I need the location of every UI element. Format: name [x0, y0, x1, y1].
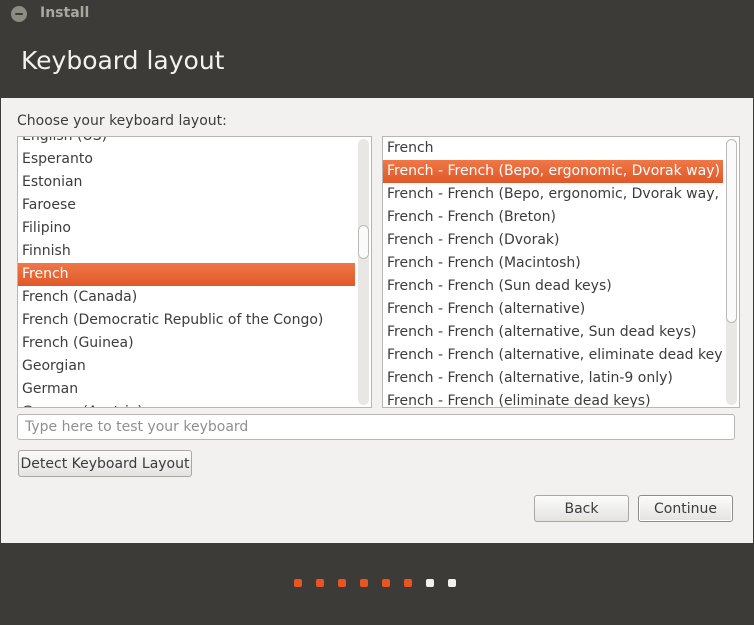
back-button[interactable]: Back — [534, 495, 629, 522]
page-header: Keyboard layout — [0, 28, 754, 98]
layout-list-scrollbar[interactable] — [358, 139, 369, 405]
variant-list[interactable]: French French - French (Bepo, ergonomic, … — [382, 136, 740, 408]
list-item[interactable]: Estonian — [18, 171, 355, 194]
layout-prompt: Choose your keyboard layout: — [17, 113, 227, 129]
list-item[interactable]: French - French (eliminate dead keys) — [383, 390, 723, 407]
list-item[interactable]: Finnish — [18, 240, 355, 263]
close-window-button[interactable] — [11, 6, 27, 22]
list-item[interactable]: French - French (Dvorak) — [383, 229, 723, 252]
list-item[interactable]: French - French (alternative) — [383, 298, 723, 321]
list-item[interactable]: French - French (Bepo, ergonomic, Dvorak… — [383, 160, 723, 183]
progress-dot — [382, 579, 390, 587]
progress-dot — [448, 579, 456, 587]
window-title: Install — [40, 5, 90, 21]
variant-list-items: French French - French (Bepo, ergonomic, … — [383, 137, 723, 407]
list-item[interactable]: French - French (Bepo, ergonomic, Dvorak… — [383, 183, 723, 206]
list-item[interactable]: German (Austria) — [18, 401, 355, 407]
list-item[interactable]: English (US) — [18, 137, 355, 148]
list-item[interactable]: French - French (Sun dead keys) — [383, 275, 723, 298]
list-item[interactable]: Faroese — [18, 194, 355, 217]
list-item[interactable]: French - French (Breton) — [383, 206, 723, 229]
list-item[interactable]: Georgian — [18, 355, 355, 378]
minus-icon — [15, 13, 23, 15]
progress-dot — [426, 579, 434, 587]
list-item[interactable]: French - French (alternative, latin-9 on… — [383, 367, 723, 390]
installer-footer — [0, 543, 754, 625]
list-item[interactable]: French - French (alternative, Sun dead k… — [383, 321, 723, 344]
progress-dots — [294, 579, 456, 587]
progress-dot — [338, 579, 346, 587]
layout-list[interactable]: English (US) Esperanto Estonian Faroese Fili… — [17, 136, 372, 408]
window-titlebar: Install — [0, 0, 754, 28]
keyboard-test-input[interactable] — [17, 414, 735, 440]
progress-dot — [360, 579, 368, 587]
list-item[interactable]: Filipino — [18, 217, 355, 240]
list-item[interactable]: French - French (Macintosh) — [383, 252, 723, 275]
page-title: Keyboard layout — [21, 46, 225, 75]
list-item[interactable]: French — [18, 263, 355, 286]
list-item[interactable]: German — [18, 378, 355, 401]
variant-list-scrollbar[interactable] — [726, 139, 737, 405]
progress-dot — [294, 579, 302, 587]
list-item[interactable]: French — [383, 137, 723, 160]
list-item[interactable]: French (Guinea) — [18, 332, 355, 355]
progress-dot — [316, 579, 324, 587]
main-content: Choose your keyboard layout: English (US… — [1, 98, 753, 543]
layout-list-items: English (US) Esperanto Estonian Faroese Fili… — [18, 137, 355, 407]
progress-dot — [404, 579, 412, 587]
list-item[interactable]: French (Canada) — [18, 286, 355, 309]
list-item[interactable]: French - French (alternative, eliminate … — [383, 344, 723, 367]
list-item[interactable]: French (Democratic Republic of the Congo… — [18, 309, 355, 332]
list-item[interactable]: Esperanto — [18, 148, 355, 171]
layout-list-scroll-thumb[interactable] — [358, 225, 369, 259]
continue-button[interactable]: Continue — [638, 495, 733, 522]
variant-list-scroll-thumb[interactable] — [726, 139, 737, 323]
detect-keyboard-layout-button[interactable]: Detect Keyboard Layout — [18, 450, 192, 477]
